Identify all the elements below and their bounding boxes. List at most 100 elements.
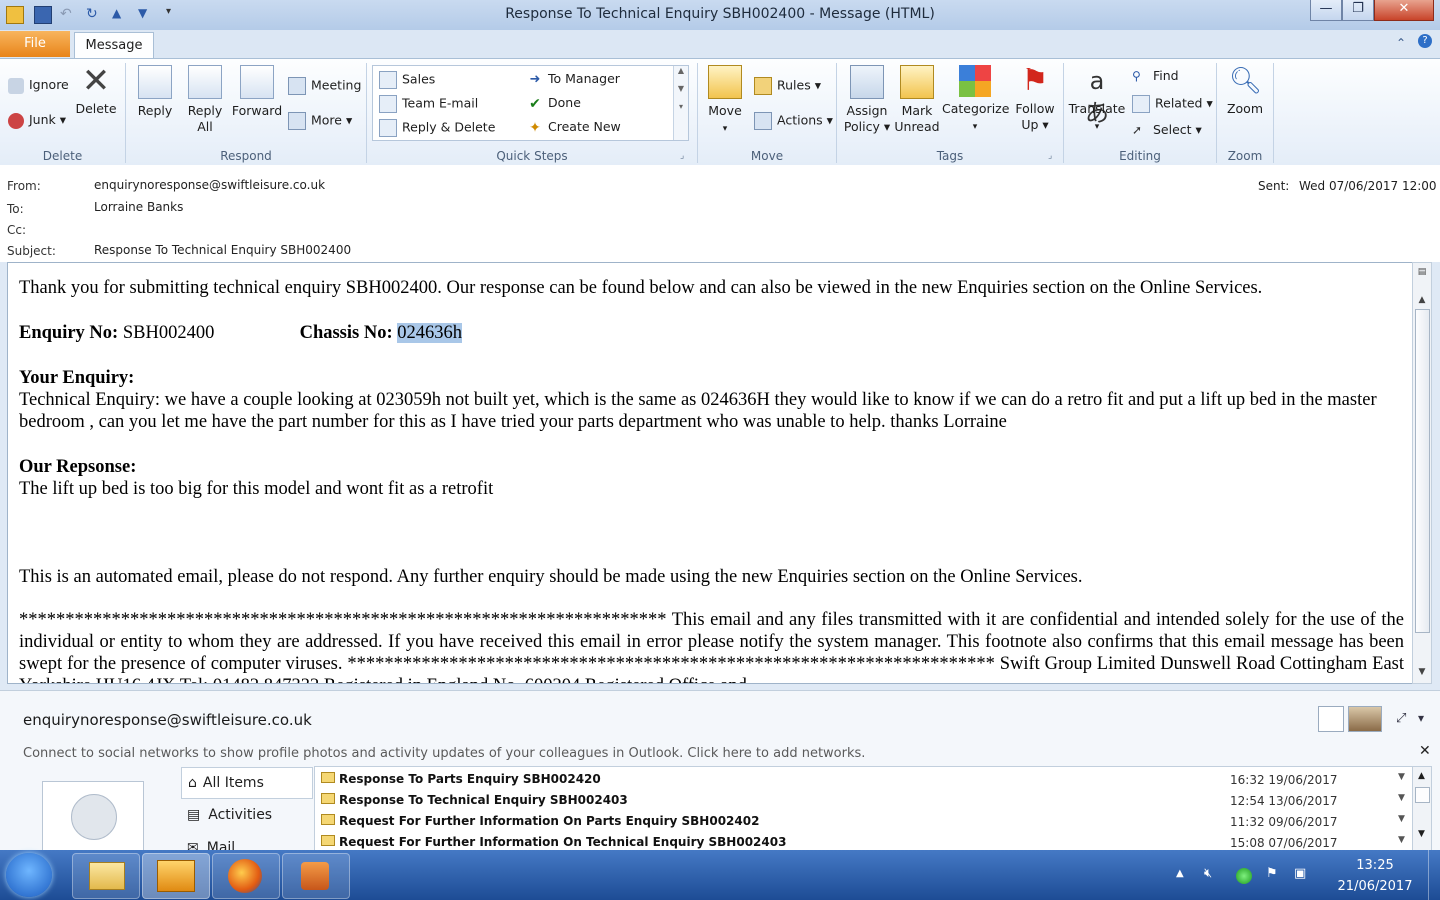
automated-notice: This is an automated email, please do no… [19,567,1083,587]
quickstep-reply-delete[interactable]: Reply & Delete [379,119,495,137]
group-label-move: Move [750,149,784,163]
find-button[interactable]: ⚲ Find [1132,68,1179,85]
firefox-icon [228,859,262,893]
reply-delete-icon [379,119,397,137]
tab-file[interactable]: File [0,31,70,57]
close-button[interactable]: ✕ [1374,0,1434,21]
clock-date[interactable]: 21/06/2017 [1330,879,1420,894]
translate-button[interactable]: aあ Translate ▾ [1068,65,1126,135]
show-desktop-button[interactable] [1428,850,1440,900]
minimize-button[interactable]: — [1310,0,1342,21]
separator [125,63,126,163]
help-icon[interactable]: ? [1418,34,1432,48]
contact-photo-icon[interactable] [1348,706,1382,732]
more-respond-button[interactable]: More ▾ [288,112,352,130]
action-center-flag-icon[interactable]: ⚑ [1266,866,1278,881]
ignore-button[interactable]: Ignore [8,77,69,94]
junk-icon [8,112,24,129]
network-monitor-icon[interactable]: ▣ [1294,866,1306,881]
actions-button[interactable]: Actions ▾ [754,112,833,130]
separator [1063,63,1064,163]
people-pane-dropdown-icon[interactable]: ▾ [1418,711,1424,725]
ribbon-tabs: File Message ⌃ ? [0,30,1440,60]
chevron-down-icon[interactable]: ▼ [1398,835,1405,845]
junk-button[interactable]: Junk ▾ [8,112,66,129]
from-value[interactable]: enquirynoresponse@swiftleisure.co.uk [94,178,325,192]
quickstep-create-new[interactable]: ✦ Create New [527,119,621,136]
rules-button[interactable]: Rules ▾ [754,77,821,95]
taskbar-outlook[interactable] [142,853,210,899]
quickstep-sales[interactable]: Sales [379,71,435,89]
sent-value: Wed 07/06/2017 12:00 [1299,179,1437,193]
scroll-down-arrow[interactable]: ▼ [1413,667,1431,677]
list-item[interactable]: Response To Parts Enquiry SBH002420 16:3… [315,769,1413,790]
expand-people-pane-icon[interactable]: ⤢ [1396,711,1406,726]
volume-muted-icon[interactable]: 🔇︎ [1204,866,1212,881]
list-scroll-down-arrow[interactable]: ▼ [1418,829,1425,839]
list-item[interactable]: Response To Technical Enquiry SBH002403 … [315,790,1413,811]
confidentiality-footer: ****************************************… [19,610,1404,683]
nav-activities[interactable]: ▤ Activities [181,800,311,830]
minimize-ribbon-icon[interactable]: ⌃ [1396,36,1406,50]
start-button[interactable] [6,853,52,897]
show-hidden-icons[interactable]: ▲ [1176,868,1184,879]
chevron-down-icon[interactable]: ▼ [1398,814,1405,824]
chassis-no-value: 024636h [397,323,462,343]
quickstep-done[interactable]: ✔ Done [527,95,581,112]
our-response-text: The lift up bed is too big for this mode… [19,479,494,499]
move-button[interactable]: Move ▾ [704,65,746,137]
folder-icon [89,862,125,890]
ribbon: Ignore Junk ▾ ✕ Delete Delete Reply Repl… [0,58,1440,166]
rules-icon [754,77,772,95]
quick-steps-scroll[interactable]: ▲ ▼ ▾ [673,66,688,140]
zoom-button[interactable]: 🔍︎ Zoom [1224,65,1266,117]
scroll-page-icon[interactable]: ▤ [1413,267,1431,277]
list-scroll-thumb[interactable] [1415,787,1430,803]
list-scrollbar[interactable]: ▲ ▼ [1412,766,1432,852]
follow-up-button[interactable]: ⚑ Follow Up ▾ [1012,65,1058,133]
taskbar-firefox[interactable] [212,853,280,899]
our-response-label: Our Repsonse: [19,457,137,477]
social-networks-hint[interactable]: Connect to social networks to show profi… [23,746,865,761]
list-item[interactable]: Request For Further Information On Parts… [315,811,1413,832]
delete-button[interactable]: ✕ Delete [74,61,118,117]
enquiry-line: Enquiry No: SBH002400 Chassis No: 024636… [19,322,1404,344]
mark-unread-button[interactable]: Mark Unread [894,65,940,135]
tab-message[interactable]: Message [74,32,154,60]
taskbar-explorer[interactable] [72,853,140,899]
reply-all-button[interactable]: Reply All [184,65,226,135]
contact-avatar-icon[interactable] [1318,706,1344,732]
close-hint-icon[interactable]: ✕ [1419,743,1431,759]
meeting-button[interactable]: Meeting [288,77,361,95]
application-icon [301,862,329,890]
list-scroll-up-arrow[interactable]: ▲ [1418,771,1425,781]
title-bar: ↶ ↻ ▲ ▼ ▾ Response To Technical Enquiry … [0,0,1440,30]
scroll-thumb[interactable] [1415,309,1430,633]
assign-policy-button[interactable]: Assign Policy ▾ [842,65,892,135]
network-status-icon[interactable] [1236,868,1252,884]
reply-button[interactable]: Reply [134,65,176,119]
chevron-down-icon[interactable]: ▼ [1398,793,1405,803]
body-scrollbar[interactable]: ▤ ▲ ▼ [1412,262,1432,684]
forward-button[interactable]: Forward [230,65,284,119]
nav-all-items[interactable]: ⌂ All Items [181,767,313,799]
quickstep-team-email[interactable]: Team E-mail [379,95,478,113]
categorize-button[interactable]: Categorize ▾ [942,65,1009,135]
group-label-respond: Respond [220,149,272,163]
our-response-block: Our Repsonse: The lift up bed is too big… [19,456,1404,500]
scroll-up-arrow[interactable]: ▲ [1413,295,1431,305]
related-button[interactable]: Related ▾ [1132,95,1213,113]
restore-button[interactable]: ❐ [1342,0,1374,21]
message-body[interactable]: Thank you for submitting technical enqui… [7,262,1414,684]
avatar [42,781,144,853]
quickstep-to-manager[interactable]: ➜ To Manager [527,71,620,88]
list-item[interactable]: Request For Further Information On Techn… [315,832,1413,851]
clock-time[interactable]: 13:25 [1330,858,1420,873]
chevron-down-icon[interactable]: ▼ [1398,772,1405,782]
to-value[interactable]: Lorraine Banks [94,200,183,214]
create-new-icon: ✦ [529,119,541,136]
taskbar-app[interactable] [282,853,350,899]
follow-up-flag-icon: ⚑ [1021,63,1049,98]
delete-x-icon: ✕ [81,61,111,101]
select-button[interactable]: ➚ Select ▾ [1132,122,1202,139]
